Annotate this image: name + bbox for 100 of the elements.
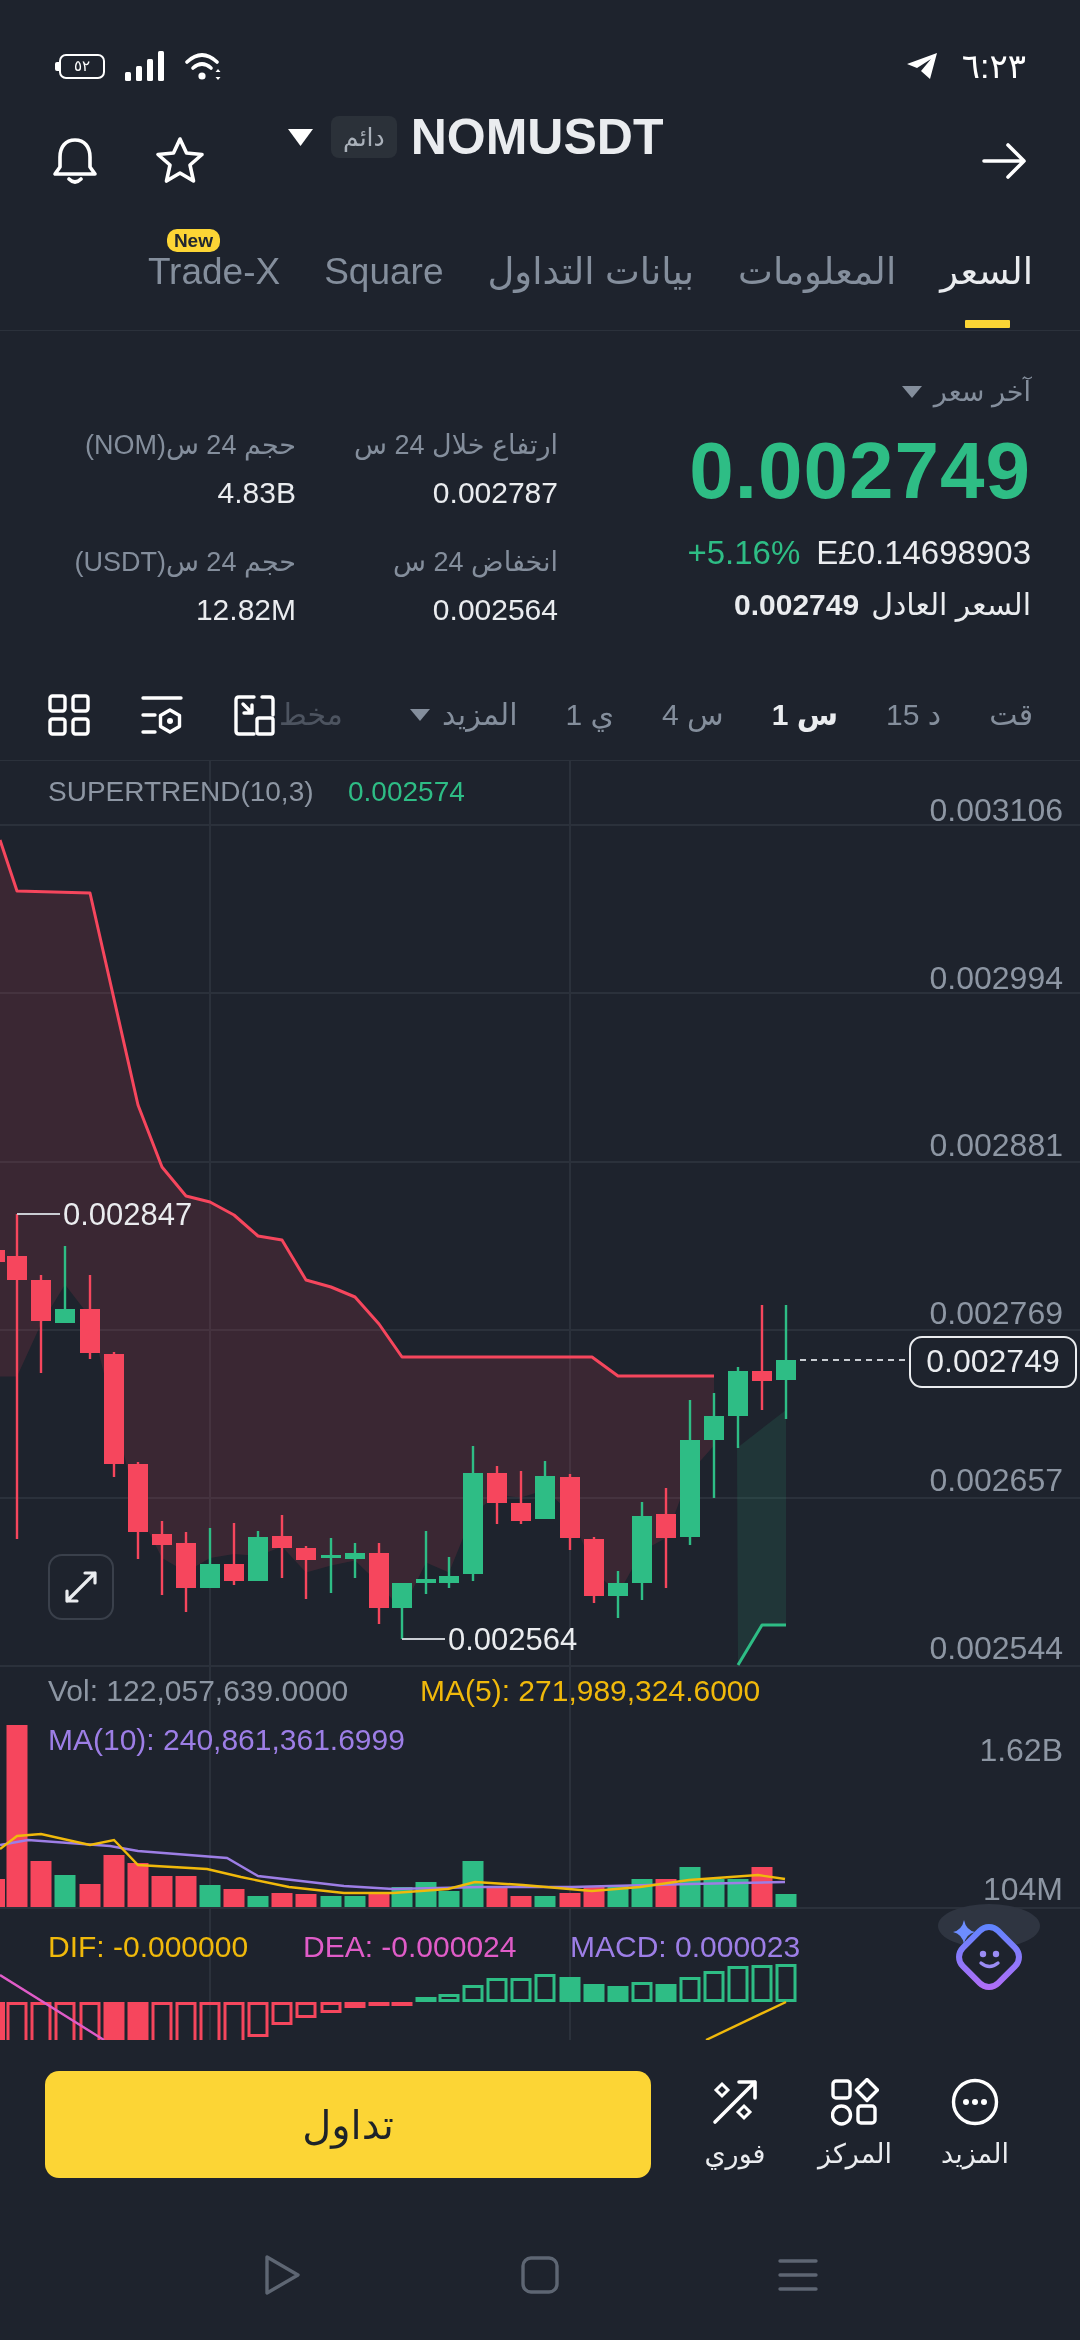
- volume-bar: [486, 1887, 508, 1907]
- more-button[interactable]: المزيد: [915, 2071, 1035, 2174]
- spot-button[interactable]: فوري: [675, 2071, 795, 2174]
- stat-label: حجم 24 س(NOM): [83, 429, 296, 463]
- expand-button[interactable]: [48, 1554, 114, 1620]
- local-price: E£0.14698903: [816, 533, 1031, 573]
- macd-bar: [127, 2002, 149, 2040]
- macd-bar: [103, 2002, 125, 2040]
- macd-bar: [751, 1965, 773, 2002]
- macd-bar: [655, 1984, 677, 2002]
- tab[interactable]: السعر: [940, 225, 1033, 330]
- price-change: +5.16%: [687, 533, 801, 573]
- macd-bar: [199, 2002, 221, 2040]
- macd-bar: [175, 2002, 197, 2040]
- candle: [584, 1537, 604, 1603]
- more-icon: [951, 2078, 999, 2126]
- volume-axis-label: 104M: [982, 1871, 1063, 1907]
- square-arrow-icon[interactable]: [234, 694, 275, 736]
- macd-bar: [462, 1985, 484, 2002]
- volume-bar: [103, 1855, 125, 1907]
- bell-icon[interactable]: [50, 136, 100, 186]
- macd-bar: [295, 2002, 317, 2018]
- volume-bar: [79, 1884, 101, 1907]
- macd-bar: [151, 2002, 173, 2040]
- macd-bar: [271, 2002, 293, 2025]
- ma5-label: MA(5): 271,989,324.6000: [420, 1674, 761, 1707]
- star-icon[interactable]: [155, 136, 205, 184]
- volume-bar: [295, 1894, 317, 1907]
- diagonal-arrow-icon: [711, 2078, 759, 2126]
- stat-value: 12.82M: [194, 592, 296, 628]
- stat-label: انخفاض 24 س: [392, 546, 558, 580]
- volume-bar: [199, 1885, 221, 1907]
- shapes-grid-icon: [831, 2078, 879, 2126]
- volume-bar: [775, 1894, 797, 1907]
- volume-bar: [151, 1876, 173, 1907]
- supertrend-line: [736, 1623, 786, 1666]
- macd-bar: [510, 1978, 532, 2002]
- square-nav-icon[interactable]: [521, 2255, 559, 2294]
- stat-value: 4.83B: [216, 475, 296, 511]
- expand-icon: [64, 1570, 98, 1604]
- macd-bar: [631, 1982, 653, 2002]
- macd-bar: [320, 2002, 342, 2013]
- new-badge: New: [166, 229, 220, 252]
- volume-bar: [247, 1896, 269, 1907]
- candle: [272, 1515, 292, 1578]
- arrow-right-icon[interactable]: [981, 141, 1028, 181]
- price-axis-label: 0.002657: [929, 1462, 1063, 1498]
- interval-tab[interactable]: 4 س: [662, 695, 724, 735]
- contract-badge: دائم: [331, 116, 397, 158]
- volume-bar: [127, 1863, 149, 1907]
- candle: [321, 1538, 341, 1593]
- leader-line: [401, 1638, 446, 1640]
- pair-title[interactable]: NOMUSDT: [410, 108, 664, 166]
- price-type-label[interactable]: آخر سعر: [933, 372, 1031, 412]
- volume-label: Vol: 122,057,639.0000: [48, 1674, 349, 1707]
- trade-button[interactable]: تداول: [45, 2071, 651, 2178]
- candle: [487, 1466, 507, 1524]
- candle: [224, 1523, 244, 1585]
- caret-icon[interactable]: [288, 128, 313, 146]
- macd-bar: [775, 1964, 797, 2002]
- more-dropdown[interactable]: المزيد: [410, 695, 518, 735]
- current-price-tag: 0.002749: [909, 1336, 1077, 1388]
- interval-tab[interactable]: قت: [989, 695, 1033, 735]
- volume-bar: [175, 1876, 197, 1907]
- indicator-label: SUPERTREND(10,3): [48, 776, 314, 807]
- candle: [439, 1557, 459, 1588]
- macd-bar: [486, 1978, 508, 2002]
- positions-button[interactable]: المركز: [795, 2071, 915, 2174]
- volume-bar: [54, 1875, 76, 1907]
- interval-tab[interactable]: 1 ي: [565, 695, 614, 735]
- volume-bar: [271, 1893, 293, 1907]
- volume-bar: [559, 1893, 581, 1907]
- candle: [296, 1546, 316, 1599]
- wifi-icon: [185, 51, 222, 81]
- macd-bar: [534, 1974, 556, 2002]
- assistant-button[interactable]: [937, 1904, 1040, 1992]
- volume-bar: [534, 1896, 556, 1907]
- stat-value: 0.002787: [431, 475, 558, 511]
- volume-bar: [510, 1896, 532, 1907]
- volume-bar: [727, 1879, 749, 1907]
- tab[interactable]: بيانات التداول: [487, 225, 695, 330]
- candle: [392, 1583, 412, 1639]
- triangle-nav-icon[interactable]: [263, 2252, 301, 2297]
- menu-icon[interactable]: [778, 2257, 818, 2292]
- macd-bar: [559, 1977, 581, 2002]
- dif-label: DIF: -0.000000: [48, 1930, 249, 1963]
- tab[interactable]: Square: [324, 225, 444, 330]
- price-axis-label: 0.002769: [929, 1295, 1063, 1331]
- stat-value: 0.002564: [431, 592, 558, 628]
- interval-tab[interactable]: 1 س: [771, 695, 839, 735]
- tab[interactable]: المعلومات: [738, 225, 897, 330]
- list-settings-icon[interactable]: [141, 694, 183, 736]
- macd-bar: [54, 2002, 76, 2040]
- grid-icon[interactable]: [48, 694, 90, 736]
- macd-bar: [703, 1971, 725, 2002]
- dea-label: DEA: -0.000024: [303, 1930, 517, 1963]
- volume-bar: [30, 1861, 52, 1907]
- tab[interactable]: New Trade-X: [147, 225, 281, 330]
- volume-axis-label: 1.62B: [979, 1732, 1063, 1768]
- interval-tab[interactable]: 15 د: [886, 695, 942, 735]
